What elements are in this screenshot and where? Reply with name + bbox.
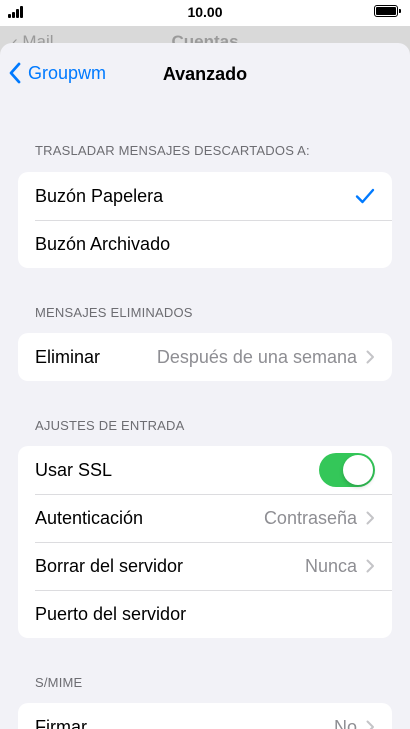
row-delete-from-server[interactable]: Borrar del servidor Nunca <box>18 542 392 590</box>
group-incoming: Usar SSL Autenticación Contraseña Borrar… <box>18 446 392 638</box>
page-title: Avanzado <box>162 64 248 84</box>
row-value: Después de una semana <box>156 346 357 367</box>
settings-sheet: Groupwm Avanzado TRASLADAR MENSAJES DESC… <box>0 43 410 729</box>
chevron-right-icon <box>366 511 374 525</box>
row-label: Usar SSL <box>35 459 113 480</box>
row-sign[interactable]: Firmar No <box>18 703 392 729</box>
row-value: Contraseña <box>263 507 357 528</box>
row-label: Puerto del servidor <box>35 603 187 624</box>
row-label: Autenticación <box>35 507 144 528</box>
status-time: 10.00 <box>187 4 223 20</box>
ssl-toggle[interactable] <box>319 453 375 487</box>
chevron-right-icon <box>366 720 374 729</box>
row-use-ssl: Usar SSL <box>18 446 392 494</box>
row-value: No <box>333 716 357 729</box>
row-label: Buzón Archivado <box>35 233 171 254</box>
row-archive-mailbox[interactable]: Buzón Archivado <box>18 220 392 268</box>
group-smime: Firmar No <box>18 703 392 729</box>
section-header-smime: S/MIME <box>35 675 83 690</box>
row-trash-mailbox[interactable]: Buzón Papelera <box>18 172 392 220</box>
section-header-incoming: AJUSTES DE ENTRADA <box>35 418 185 433</box>
row-authentication[interactable]: Autenticación Contraseña <box>18 494 392 542</box>
row-label: Borrar del servidor <box>35 555 184 576</box>
chevron-right-icon <box>366 559 374 573</box>
chevron-right-icon <box>366 350 374 364</box>
checkmark-icon <box>355 188 375 204</box>
row-server-port[interactable]: Puerto del servidor <box>18 590 392 638</box>
navigation-bar: Groupwm Avanzado <box>0 43 410 107</box>
section-header-deleted: MENSAJES ELIMINADOS <box>35 305 193 320</box>
row-label: Buzón Papelera <box>35 185 164 206</box>
battery-icon <box>374 5 401 17</box>
group-move-discarded: Buzón Papelera Buzón Archivado <box>18 172 392 268</box>
row-label: Eliminar <box>35 346 101 367</box>
status-bar: 10.00 <box>0 0 410 26</box>
row-remove[interactable]: Eliminar Después de una semana <box>18 333 392 381</box>
group-deleted: Eliminar Después de una semana <box>18 333 392 381</box>
section-header-move-discarded: TRASLADAR MENSAJES DESCARTADOS A: <box>35 143 310 158</box>
row-value: Nunca <box>304 555 357 576</box>
row-label: Firmar <box>35 716 87 729</box>
